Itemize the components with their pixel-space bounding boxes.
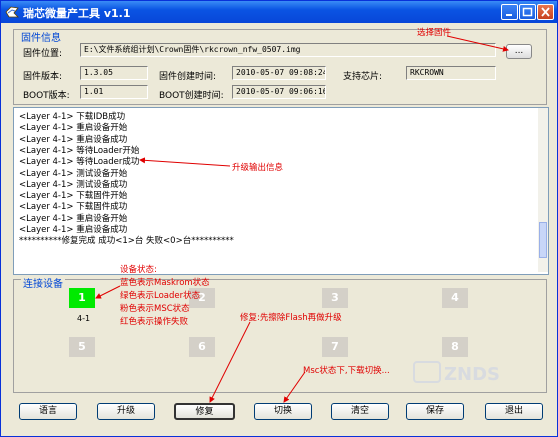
language-button[interactable]: 语言: [19, 403, 77, 420]
firmware-position-label: 固件位置:: [23, 49, 63, 59]
svg-text:ZNDS: ZNDS: [444, 364, 500, 385]
boot-version-label: BOOT版本:: [23, 91, 70, 101]
chip-label: 支持芯片:: [343, 72, 383, 82]
log-line: **********修复完成 成功<1>台 失败<0>台**********: [19, 236, 234, 247]
firmware-created-label: 固件创建时间:: [159, 72, 217, 82]
log-line: <Layer 4-1> 重启设备开始: [19, 123, 128, 134]
annotation-state-pink: 粉色表示MSC状态: [120, 304, 190, 314]
log-output[interactable]: <Layer 4-1> 下载IDB成功 <Layer 4-1> 重启设备开始 <La…: [13, 107, 549, 275]
close-icon: [541, 7, 550, 17]
annotation-repair-note: 修复:先擦除Flash再做升级: [240, 313, 342, 323]
log-line: <Layer 4-1> 重启设备开始: [19, 213, 128, 224]
annotation-upgrade-output: 升级输出信息: [232, 163, 284, 173]
firmware-version-label: 固件版本:: [23, 72, 63, 82]
repair-button[interactable]: 修复: [174, 403, 235, 420]
minimize-icon: [506, 14, 512, 16]
window-title: 瑞芯微量产工具 v1.1: [23, 7, 131, 20]
firmware-position-field[interactable]: E:\文件系统组计划\Crown固件\rkcrown_nfw_0507.img: [80, 43, 496, 57]
browse-firmware-button[interactable]: ...: [506, 44, 532, 59]
znds-watermark: ZNDS: [413, 361, 500, 385]
device-slot-7[interactable]: 7: [322, 337, 348, 357]
annotation-switch-note: Msc状态下,下载切换...: [303, 366, 390, 376]
device-slot-3[interactable]: 3: [322, 288, 348, 308]
device-slot-caption: 4-1: [77, 314, 91, 323]
app-icon: [5, 6, 19, 18]
minimize-button[interactable]: [501, 4, 518, 20]
clear-button[interactable]: 清空: [331, 403, 389, 420]
log-line: <Layer 4-1> 测试设备成功: [19, 179, 128, 190]
connected-devices-title: 连接设备: [21, 275, 65, 290]
title-bar: 瑞芯微量产工具 v1.1: [1, 1, 557, 23]
annotation-device-state-title: 设备状态:: [120, 265, 157, 275]
boot-version-field: 1.01: [80, 85, 148, 99]
log-scrollbar[interactable]: [538, 108, 548, 272]
firmware-version-field: 1.3.05: [80, 66, 148, 80]
log-line: <Layer 4-1> 下载固件成功: [19, 202, 128, 213]
annotation-select-firmware: 选择固件: [417, 28, 452, 38]
annotation-state-blue: 蓝色表示Maskrom状态: [120, 278, 210, 288]
log-line: <Layer 4-1> 下载IDB成功: [19, 112, 126, 122]
annotation-state-red: 红色表示操作失败: [120, 317, 189, 327]
close-button[interactable]: [537, 4, 554, 20]
device-slot-4[interactable]: 4: [442, 288, 468, 308]
device-slot-1[interactable]: 1: [69, 288, 95, 308]
log-line: <Layer 4-1> 重启设备成功: [19, 225, 128, 235]
maximize-button[interactable]: [519, 4, 536, 20]
upgrade-button[interactable]: 升级: [97, 403, 155, 420]
switch-button[interactable]: 切换: [254, 403, 312, 420]
device-slot-6[interactable]: 6: [189, 337, 215, 357]
boot-created-label: BOOT创建时间:: [159, 91, 224, 101]
maximize-icon: [522, 7, 533, 17]
firmware-created-field: 2010-05-07 09:08:24: [232, 66, 326, 80]
log-line: <Layer 4-1> 测试设备开始: [19, 168, 128, 179]
log-line: <Layer 4-1> 下载固件开始: [19, 191, 128, 202]
annotation-state-green: 绿色表示Loader状态: [120, 291, 201, 301]
scrollbar-thumb[interactable]: [539, 222, 547, 258]
log-line: <Layer 4-1> 等待Loader开始: [19, 145, 140, 156]
log-line: <Layer 4-1> 重启设备成功: [19, 134, 128, 145]
firmware-info-title: 固件信息: [21, 33, 61, 44]
log-line: <Layer 4-1> 等待Loader成功: [19, 157, 140, 168]
chip-field: RKCROWN: [406, 66, 496, 80]
boot-created-field: 2010-05-07 09:06:16: [232, 85, 326, 99]
device-slot-5[interactable]: 5: [69, 337, 95, 357]
